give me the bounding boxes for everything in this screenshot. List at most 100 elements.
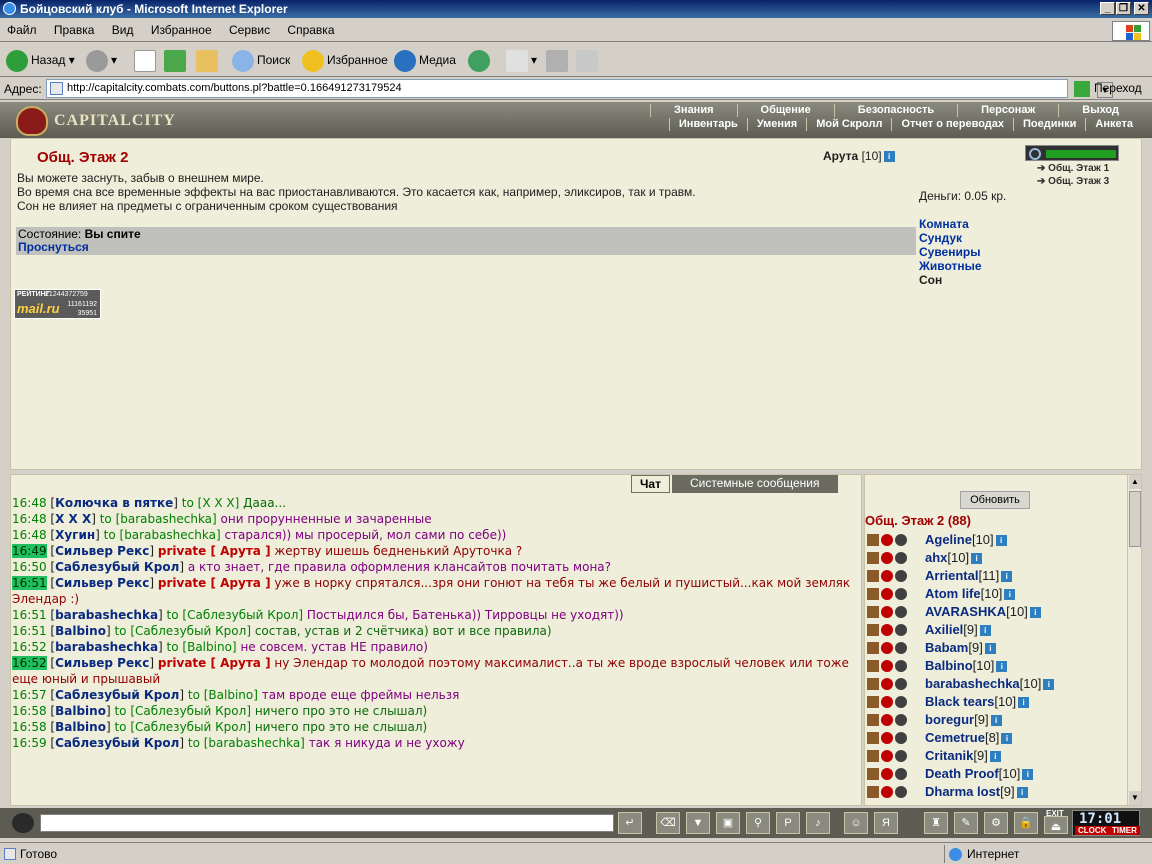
settings-icon[interactable]: ⚙ xyxy=(984,812,1008,834)
user-name[interactable]: Cemetrue xyxy=(925,730,985,745)
close-button[interactable]: ✕ xyxy=(1134,2,1149,15)
chat-target[interactable]: Саблезубый Крол xyxy=(135,720,246,734)
user-name[interactable]: Axiliel xyxy=(925,622,963,637)
media-button[interactable]: Медиа xyxy=(394,47,456,73)
whisper-icon[interactable] xyxy=(867,678,879,690)
user-list-item[interactable]: Balbino[10] i xyxy=(867,657,1127,675)
user-name[interactable]: Arriental xyxy=(925,568,978,583)
filter-icon[interactable]: ▼ xyxy=(686,812,710,834)
chat-nick[interactable]: Сильвер Рекс xyxy=(55,576,149,590)
user-list-item[interactable]: Axiliel[9] i xyxy=(867,621,1127,639)
chat-nick[interactable]: Колючка в пятке xyxy=(55,496,173,510)
user-list-item[interactable]: Dharma lost[9] i xyxy=(867,783,1127,801)
chat-nick[interactable]: Хугин xyxy=(55,528,95,542)
print-button[interactable] xyxy=(546,47,571,73)
chat-nick[interactable]: X X X xyxy=(55,512,91,526)
info-icon[interactable]: i xyxy=(989,751,1001,763)
forward-button[interactable]: ▾ xyxy=(86,47,117,73)
chat-target[interactable]: Balbino xyxy=(187,640,232,654)
info-icon[interactable]: i xyxy=(995,535,1007,547)
user-name[interactable]: Black tears xyxy=(925,694,994,709)
whisper-icon[interactable] xyxy=(867,696,879,708)
info-icon[interactable]: i xyxy=(1001,571,1013,583)
mail-button[interactable]: ▾ xyxy=(506,47,537,73)
search-button[interactable]: Поиск xyxy=(232,47,290,73)
chat-target[interactable]: Саблезубый Крол xyxy=(187,608,298,622)
user-list-item[interactable]: Critanik[9] i xyxy=(867,747,1127,765)
info-icon[interactable]: i xyxy=(990,715,1002,727)
scroll-icon[interactable]: ✎ xyxy=(954,812,978,834)
go-button[interactable]: Переход xyxy=(1074,79,1142,98)
whisper-icon[interactable] xyxy=(867,642,879,654)
user-name[interactable]: Atom life xyxy=(925,586,981,601)
user-name[interactable]: ahx xyxy=(925,550,947,565)
users-scrollbar[interactable]: ▲ ▼ xyxy=(1127,475,1141,805)
user-name[interactable]: Death Proof xyxy=(925,766,999,781)
whisper-icon[interactable] xyxy=(867,732,879,744)
chat-nick[interactable]: Сильвер Рекс xyxy=(55,544,149,558)
user-list-item[interactable]: Ageline[10] i xyxy=(867,531,1127,549)
nav-security[interactable]: Безопасность xyxy=(833,104,957,117)
nav-my-scroll[interactable]: Мой Скролл xyxy=(806,118,891,131)
translit-icon[interactable]: Я xyxy=(874,812,898,834)
refresh-button[interactable] xyxy=(164,47,189,73)
chat-target[interactable]: barabashechka xyxy=(208,736,300,750)
whisper-icon[interactable] xyxy=(867,534,879,546)
smiley-icon[interactable]: ☺ xyxy=(844,812,868,834)
favorites-button[interactable]: Избранное xyxy=(302,47,388,73)
whisper-icon[interactable] xyxy=(867,786,879,798)
whisper-icon[interactable] xyxy=(867,750,879,762)
nav-knowledge[interactable]: Знания xyxy=(650,104,736,117)
scroll-thumb[interactable] xyxy=(1129,491,1141,547)
nav-skills[interactable]: Умения xyxy=(746,118,806,131)
whisper-icon[interactable] xyxy=(867,552,879,564)
user-list-item[interactable]: boregur[9] i xyxy=(867,711,1127,729)
edit-button[interactable] xyxy=(576,47,601,73)
chat-nick[interactable]: Сильвер Рекс xyxy=(55,656,149,670)
user-list-item[interactable]: Atom life[10] i xyxy=(867,585,1127,603)
wake-up-link[interactable]: Проснуться xyxy=(18,241,914,254)
chat-target[interactable]: Саблезубый Крол xyxy=(135,624,246,638)
info-icon[interactable]: i xyxy=(1004,589,1016,601)
floor-1-link[interactable]: ➔ Общ. Этаж 1 xyxy=(1037,163,1109,174)
current-user[interactable]: Арута [10] i xyxy=(823,149,895,163)
whisper-icon[interactable] xyxy=(867,570,879,582)
chat-target[interactable]: X X X xyxy=(202,496,234,510)
info-icon[interactable]: i xyxy=(979,625,991,637)
menu-edit[interactable]: Правка xyxy=(47,20,102,40)
link-sleep[interactable]: Сон xyxy=(919,273,942,287)
nav-inventory[interactable]: Инвентарь xyxy=(668,118,747,131)
chat-target[interactable]: Арута xyxy=(220,544,261,558)
chat-target[interactable]: Саблезубый Крол xyxy=(135,704,246,718)
info-icon[interactable]: i xyxy=(883,151,895,163)
private-icon[interactable]: P xyxy=(776,812,800,834)
chat-message-input[interactable] xyxy=(40,814,614,832)
whisper-icon[interactable] xyxy=(867,624,879,636)
chat-avatar-icon[interactable] xyxy=(12,813,34,833)
menu-help[interactable]: Справка xyxy=(280,20,341,40)
user-name[interactable]: Babam xyxy=(925,640,968,655)
refresh-users-button[interactable]: Обновить xyxy=(960,491,1030,509)
link-animals[interactable]: Животные xyxy=(919,259,982,273)
nav-battles[interactable]: Поединки xyxy=(1013,118,1085,131)
chat-nick[interactable]: barabashechka xyxy=(55,608,158,622)
chat-nick[interactable]: barabashechka xyxy=(55,640,158,654)
floor-3-link[interactable]: ➔ Общ. Этаж 3 xyxy=(1037,176,1109,187)
info-icon[interactable]: i xyxy=(1029,607,1041,619)
chat-target[interactable]: Balbino xyxy=(208,688,253,702)
link-room[interactable]: Комната xyxy=(919,217,969,231)
nav-exit[interactable]: Выход xyxy=(1058,104,1142,117)
info-icon[interactable]: i xyxy=(1022,769,1034,781)
user-list-item[interactable]: Babam[9] i xyxy=(867,639,1127,657)
chat-target[interactable]: barabashechka xyxy=(120,512,212,526)
nav-communication[interactable]: Общение xyxy=(736,104,834,117)
link-souvenirs[interactable]: Сувениры xyxy=(919,245,980,259)
chat-target[interactable]: Арута xyxy=(220,656,261,670)
history-button[interactable] xyxy=(468,47,493,73)
info-icon[interactable]: i xyxy=(1043,679,1055,691)
chat-target[interactable]: Арута xyxy=(220,576,261,590)
user-name[interactable]: barabashechka xyxy=(925,676,1020,691)
user-list-item[interactable]: barabashechka[10] i xyxy=(867,675,1127,693)
info-icon[interactable]: i xyxy=(1001,733,1013,745)
eraser-icon[interactable]: ⌫ xyxy=(656,812,680,834)
